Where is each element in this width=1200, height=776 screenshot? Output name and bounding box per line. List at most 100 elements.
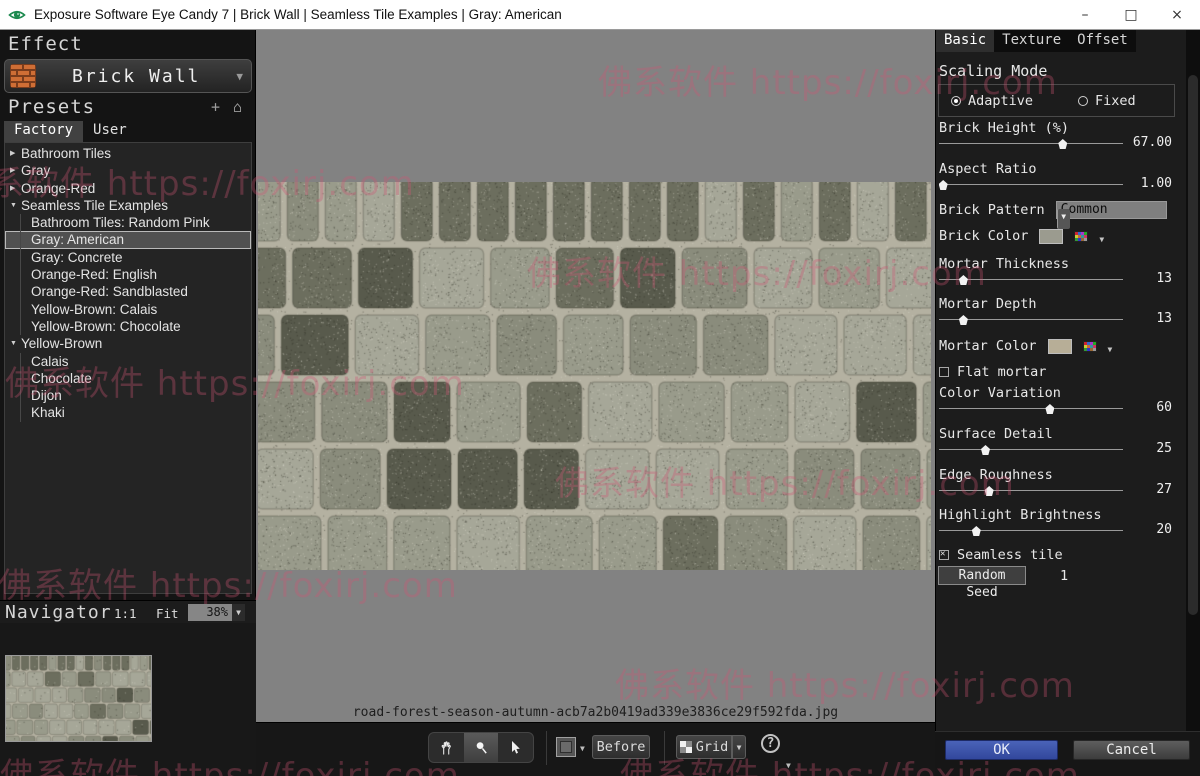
ok-button[interactable]: OK — [945, 740, 1058, 760]
mortar-color-palette-icon[interactable] — [1083, 341, 1097, 352]
grid-dropdown-arrow-icon[interactable]: ▼ — [732, 735, 746, 759]
surface-detail-slider[interactable] — [939, 444, 1123, 456]
tree-right-arrow-icon[interactable]: ▶ — [10, 180, 21, 197]
tree-right-arrow-icon[interactable]: ▶ — [10, 162, 21, 179]
maximize-button[interactable]: □ — [1108, 0, 1154, 30]
zoom-fit-button[interactable]: Fit — [156, 606, 179, 621]
preset-item[interactable]: ▼Seamless Tile Examples — [5, 197, 251, 214]
mortar-thickness-slider[interactable] — [939, 274, 1123, 286]
background-color-button[interactable] — [556, 737, 576, 757]
brick-pattern-row: Brick Pattern Common ▼ — [939, 201, 1167, 219]
preset-item[interactable]: Dijon — [5, 387, 251, 404]
add-preset-icon[interactable]: + — [211, 98, 220, 116]
preset-item[interactable]: Orange-Red: Sandblasted — [5, 283, 251, 300]
magnifier-icon — [474, 740, 489, 755]
brick-color-palette-icon[interactable] — [1074, 231, 1088, 242]
edge-roughness-slider[interactable] — [939, 485, 1123, 497]
preview-area[interactable]: road-forest-season-autumn-acb7a2b0419ad3… — [256, 30, 935, 722]
preset-item[interactable]: Calais — [5, 353, 251, 370]
brick-color-row: Brick Color ▼ — [939, 228, 1176, 244]
effect-selector-button[interactable]: Brick Wall ▼ — [4, 59, 252, 93]
preset-item[interactable]: Gray: American — [5, 231, 251, 248]
help-dropdown-arrow-icon[interactable]: ▼ — [786, 761, 791, 770]
preset-item[interactable]: Bathroom Tiles: Random Pink — [5, 214, 251, 231]
left-panel: Effect Brick Wall ▼ Presets + ⌂ Factory … — [0, 30, 256, 776]
preset-item[interactable]: Yellow-Brown: Chocolate — [5, 318, 251, 335]
tab-basic[interactable]: Basic — [936, 30, 994, 52]
app-body: Effect Brick Wall ▼ Presets + ⌂ Factory … — [0, 30, 1200, 776]
radio-adaptive[interactable]: Adaptive — [951, 93, 1033, 109]
radio-fixed[interactable]: Fixed — [1078, 93, 1136, 109]
cancel-button[interactable]: Cancel — [1073, 740, 1190, 760]
preset-item[interactable]: ▶Bathroom Tiles — [5, 145, 251, 162]
grid-icon — [680, 741, 692, 753]
zoom-level-dropdown[interactable]: 38% ▼ — [188, 604, 245, 621]
preset-item-label: Gray: Concrete — [31, 249, 123, 266]
mortar-depth-value: 13 — [1156, 311, 1172, 326]
tab-texture[interactable]: Texture — [994, 30, 1069, 52]
brick-height-slider[interactable] — [939, 138, 1123, 150]
bottom-toolbar: ▼ Before Grid ▼ ? ▼ — [256, 722, 935, 776]
radio-fixed-icon — [1078, 96, 1088, 106]
brick-color-swatch[interactable] — [1039, 229, 1063, 244]
preset-item[interactable]: Chocolate — [5, 370, 251, 387]
preset-item[interactable]: ▶Orange-Red — [5, 180, 251, 197]
preset-item[interactable]: ▶Gray — [5, 162, 251, 179]
window-title: Exposure Software Eye Candy 7 | Brick Wa… — [34, 7, 562, 22]
toolbar-separator — [664, 731, 665, 765]
background-dropdown-arrow-icon[interactable]: ▼ — [580, 744, 585, 753]
source-filename: road-forest-season-autumn-acb7a2b0419ad3… — [256, 705, 935, 720]
brick-color-arrow-icon[interactable]: ▼ — [1099, 235, 1104, 244]
preset-item[interactable]: Yellow-Brown: Calais — [5, 301, 251, 318]
preset-list: ▶Bathroom Tiles▶Gray▶Orange-Red▼Seamless… — [4, 142, 252, 594]
grid-button[interactable]: Grid — [676, 735, 732, 759]
brick-height-label: Brick Height (%) — [939, 120, 1069, 136]
mortar-color-swatch[interactable] — [1048, 339, 1072, 354]
aspect-ratio-slider[interactable] — [939, 179, 1123, 191]
preview-image[interactable] — [258, 182, 931, 570]
preset-item-label: Yellow-Brown: Chocolate — [31, 318, 181, 335]
preset-item[interactable]: ▼Yellow-Brown — [5, 335, 251, 352]
tree-down-arrow-icon[interactable]: ▼ — [10, 197, 21, 214]
pointer-tool-button[interactable] — [498, 733, 533, 762]
flat-mortar-row[interactable]: Flat mortar — [939, 364, 1176, 380]
navigator-title: Navigator — [5, 602, 112, 623]
tree-down-arrow-icon[interactable]: ▼ — [10, 335, 21, 352]
random-seed-button[interactable]: Random Seed — [938, 566, 1026, 585]
close-button[interactable]: × — [1154, 0, 1200, 30]
minimize-button[interactable]: – — [1062, 0, 1108, 30]
preset-item-label: Yellow-Brown — [21, 335, 102, 352]
color-variation-slider[interactable] — [939, 403, 1123, 415]
effect-header: Effect — [8, 33, 83, 55]
preset-item-label: Calais — [31, 353, 69, 370]
before-button[interactable]: Before — [592, 735, 650, 759]
navigator-thumbnail[interactable] — [5, 655, 152, 742]
scrollbar-thumb[interactable] — [1188, 75, 1198, 615]
title-bar: Exposure Software Eye Candy 7 | Brick Wa… — [0, 0, 1200, 30]
action-bar: OK Cancel — [935, 731, 1200, 776]
mortar-color-arrow-icon[interactable]: ▼ — [1108, 345, 1113, 354]
mortar-color-label: Mortar Color — [939, 338, 1037, 354]
preset-item[interactable]: Khaki — [5, 404, 251, 421]
panel-scrollbar[interactable] — [1186, 30, 1200, 731]
preset-item[interactable]: Gray: Concrete — [5, 249, 251, 266]
brick-pattern-dropdown[interactable]: Common ▼ — [1056, 201, 1167, 219]
mortar-depth-slider[interactable] — [939, 314, 1123, 326]
flat-mortar-checkbox[interactable] — [939, 367, 949, 377]
hand-tool-button[interactable] — [429, 733, 464, 762]
seamless-tile-checkbox[interactable] — [939, 550, 949, 560]
tab-factory[interactable]: Factory — [4, 121, 83, 142]
tab-offset[interactable]: Offset — [1069, 30, 1136, 52]
help-button[interactable]: ? — [761, 734, 780, 753]
zoom-1to1-button[interactable]: 1:1 — [114, 606, 137, 621]
preset-item-label: Orange-Red: English — [31, 266, 157, 283]
tree-right-arrow-icon[interactable]: ▶ — [10, 145, 21, 162]
preset-item-label: Seamless Tile Examples — [21, 197, 168, 214]
zoom-tool-button[interactable] — [464, 733, 499, 762]
app-eye-icon — [8, 6, 26, 24]
tab-user[interactable]: User — [83, 121, 137, 142]
highlight-brightness-slider[interactable] — [939, 525, 1123, 537]
preset-item[interactable]: Orange-Red: English — [5, 266, 251, 283]
home-preset-icon[interactable]: ⌂ — [233, 98, 242, 116]
seamless-tile-row[interactable]: Seamless tile — [939, 547, 1176, 563]
